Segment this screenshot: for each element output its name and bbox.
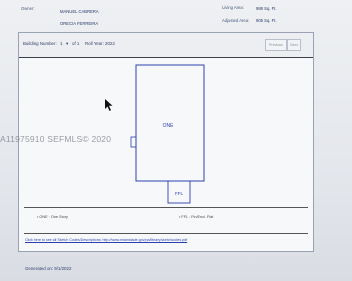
adjusted-area-label: Adjusted Area: <box>222 18 250 23</box>
building-number-value[interactable]: 1 <box>60 41 62 46</box>
screen: Owner: MANUEL CABRERA ORECIA FERREIRA Li… <box>0 0 352 281</box>
adjusted-area-value: 905 Sq. Ft. <box>256 18 277 23</box>
building-select-chevron-icon[interactable]: ▾ <box>66 41 68 47</box>
legend-divider-bottom <box>24 233 308 234</box>
side-notch-shape <box>130 136 137 148</box>
building-count: of 1 <box>72 41 80 46</box>
owner-name-2: ORECIA FERREIRA <box>60 21 99 26</box>
sketch-header: Building Number: 1 ▾ of 1 Roll Year: 202… <box>19 33 313 58</box>
legend-item-ffl: • FFL : Fin/Encl. Flat <box>179 215 214 219</box>
generated-date: Generated on: 9/1/2022 <box>25 266 72 271</box>
next-button[interactable]: Next <box>287 39 301 51</box>
living-area-label: Living Area: <box>222 5 244 10</box>
legend-code: ONE <box>39 215 48 219</box>
building-number-label: Building Number: <box>23 41 57 46</box>
living-area-value: 988 Sq. Ft. <box>256 6 277 11</box>
sketch-codes-link[interactable]: Click here to see all Sketch Codes/Descr… <box>25 238 187 242</box>
mls-watermark: A11975910 SEFMLS© 2020 <box>0 134 112 144</box>
legend-desc: Fin/Encl. Flat <box>191 215 214 219</box>
previous-button[interactable]: Previous <box>265 39 287 51</box>
main-area-label: ONE <box>163 123 175 129</box>
owner-label: Owner: <box>21 6 35 11</box>
legend-item-one: • ONE : One Story <box>37 215 68 219</box>
legend-divider-top <box>24 207 308 208</box>
roll-year: Roll Year: 2022 <box>85 41 115 46</box>
legend-code: FFL <box>181 215 189 219</box>
owner-name-1: MANUEL CABRERA <box>60 9 99 14</box>
porch-label: FFL <box>175 191 183 196</box>
legend-desc: One Story <box>50 215 68 219</box>
mouse-cursor-icon <box>105 99 113 111</box>
